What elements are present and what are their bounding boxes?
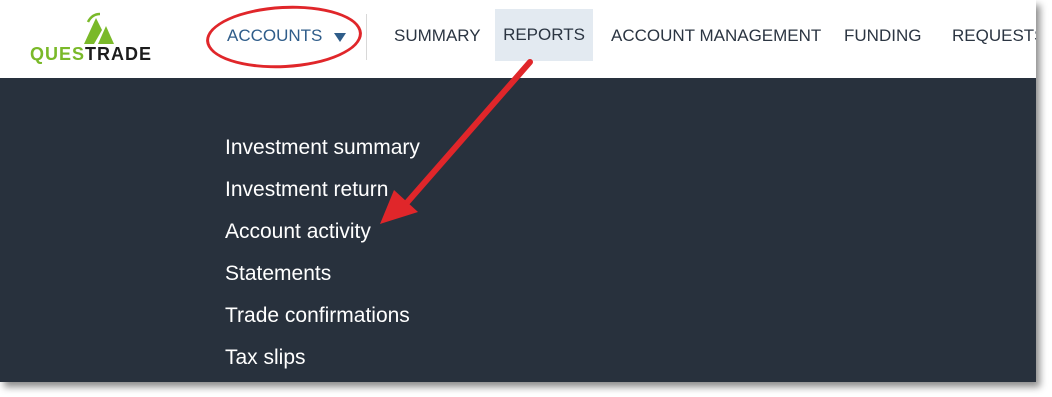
top-navigation-bar: QUESTRADE ACCOUNTS SUMMARY REPORTS ACCOU…	[0, 0, 1036, 78]
menu-item-statements[interactable]: Statements	[225, 261, 331, 287]
menu-item-trade-confirmations[interactable]: Trade confirmations	[225, 303, 410, 329]
menu-item-account-activity[interactable]: Account activity	[225, 219, 371, 245]
questrade-logo[interactable]: QUESTRADE	[30, 12, 175, 64]
nav-account-management[interactable]: ACCOUNT MANAGEMENT	[611, 0, 821, 72]
menu-item-investment-summary[interactable]: Investment summary	[225, 135, 420, 161]
nav-divider	[366, 14, 367, 60]
nav-reports[interactable]: REPORTS	[495, 9, 593, 61]
menu-item-tax-slips[interactable]: Tax slips	[225, 345, 306, 371]
nav-summary[interactable]: SUMMARY	[394, 0, 481, 72]
logo-text-trade: TRADE	[85, 44, 153, 64]
logo-wordmark: QUESTRADE	[30, 44, 152, 64]
reports-dropdown-menu: Investment summary Investment return Acc…	[0, 78, 1036, 382]
menu-item-investment-return[interactable]: Investment return	[225, 177, 388, 203]
app-window: QUESTRADE ACCOUNTS SUMMARY REPORTS ACCOU…	[0, 0, 1036, 382]
logo-mark-icon	[84, 12, 114, 44]
nav-requests[interactable]: REQUESTS	[952, 0, 1036, 72]
nav-funding[interactable]: FUNDING	[844, 0, 921, 72]
logo-text-ques: QUES	[30, 44, 86, 64]
